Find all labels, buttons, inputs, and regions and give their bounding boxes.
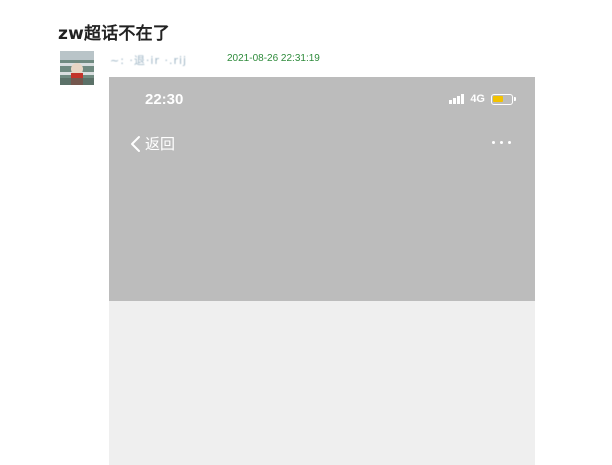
back-button[interactable]: 返回 [129, 133, 175, 154]
more-dot [500, 141, 503, 144]
signal-icon [449, 94, 465, 104]
more-dot [492, 141, 495, 144]
status-bar-time: 22:30 [145, 91, 184, 108]
author-name[interactable]: ~: ·退·ir ·.rij [110, 52, 187, 68]
back-label: 返回 [145, 135, 176, 153]
network-type: 4G [470, 93, 485, 105]
status-bar-indicators: 4G [449, 93, 516, 105]
embedded-screenshot[interactable]: 22:30 4G 返回 [109, 77, 535, 465]
avatar-image [60, 51, 94, 85]
phone-header: 22:30 4G 返回 [109, 77, 535, 301]
post-title: zw超话不在了 [58, 24, 170, 44]
more-button[interactable] [492, 135, 511, 150]
avatar[interactable] [60, 51, 94, 85]
battery-icon [491, 93, 516, 105]
more-dot [508, 141, 511, 144]
battery-fill [493, 95, 503, 102]
post-timestamp: 2021-08-26 22:31:19 [227, 53, 320, 64]
chevron-left-icon [131, 135, 140, 152]
